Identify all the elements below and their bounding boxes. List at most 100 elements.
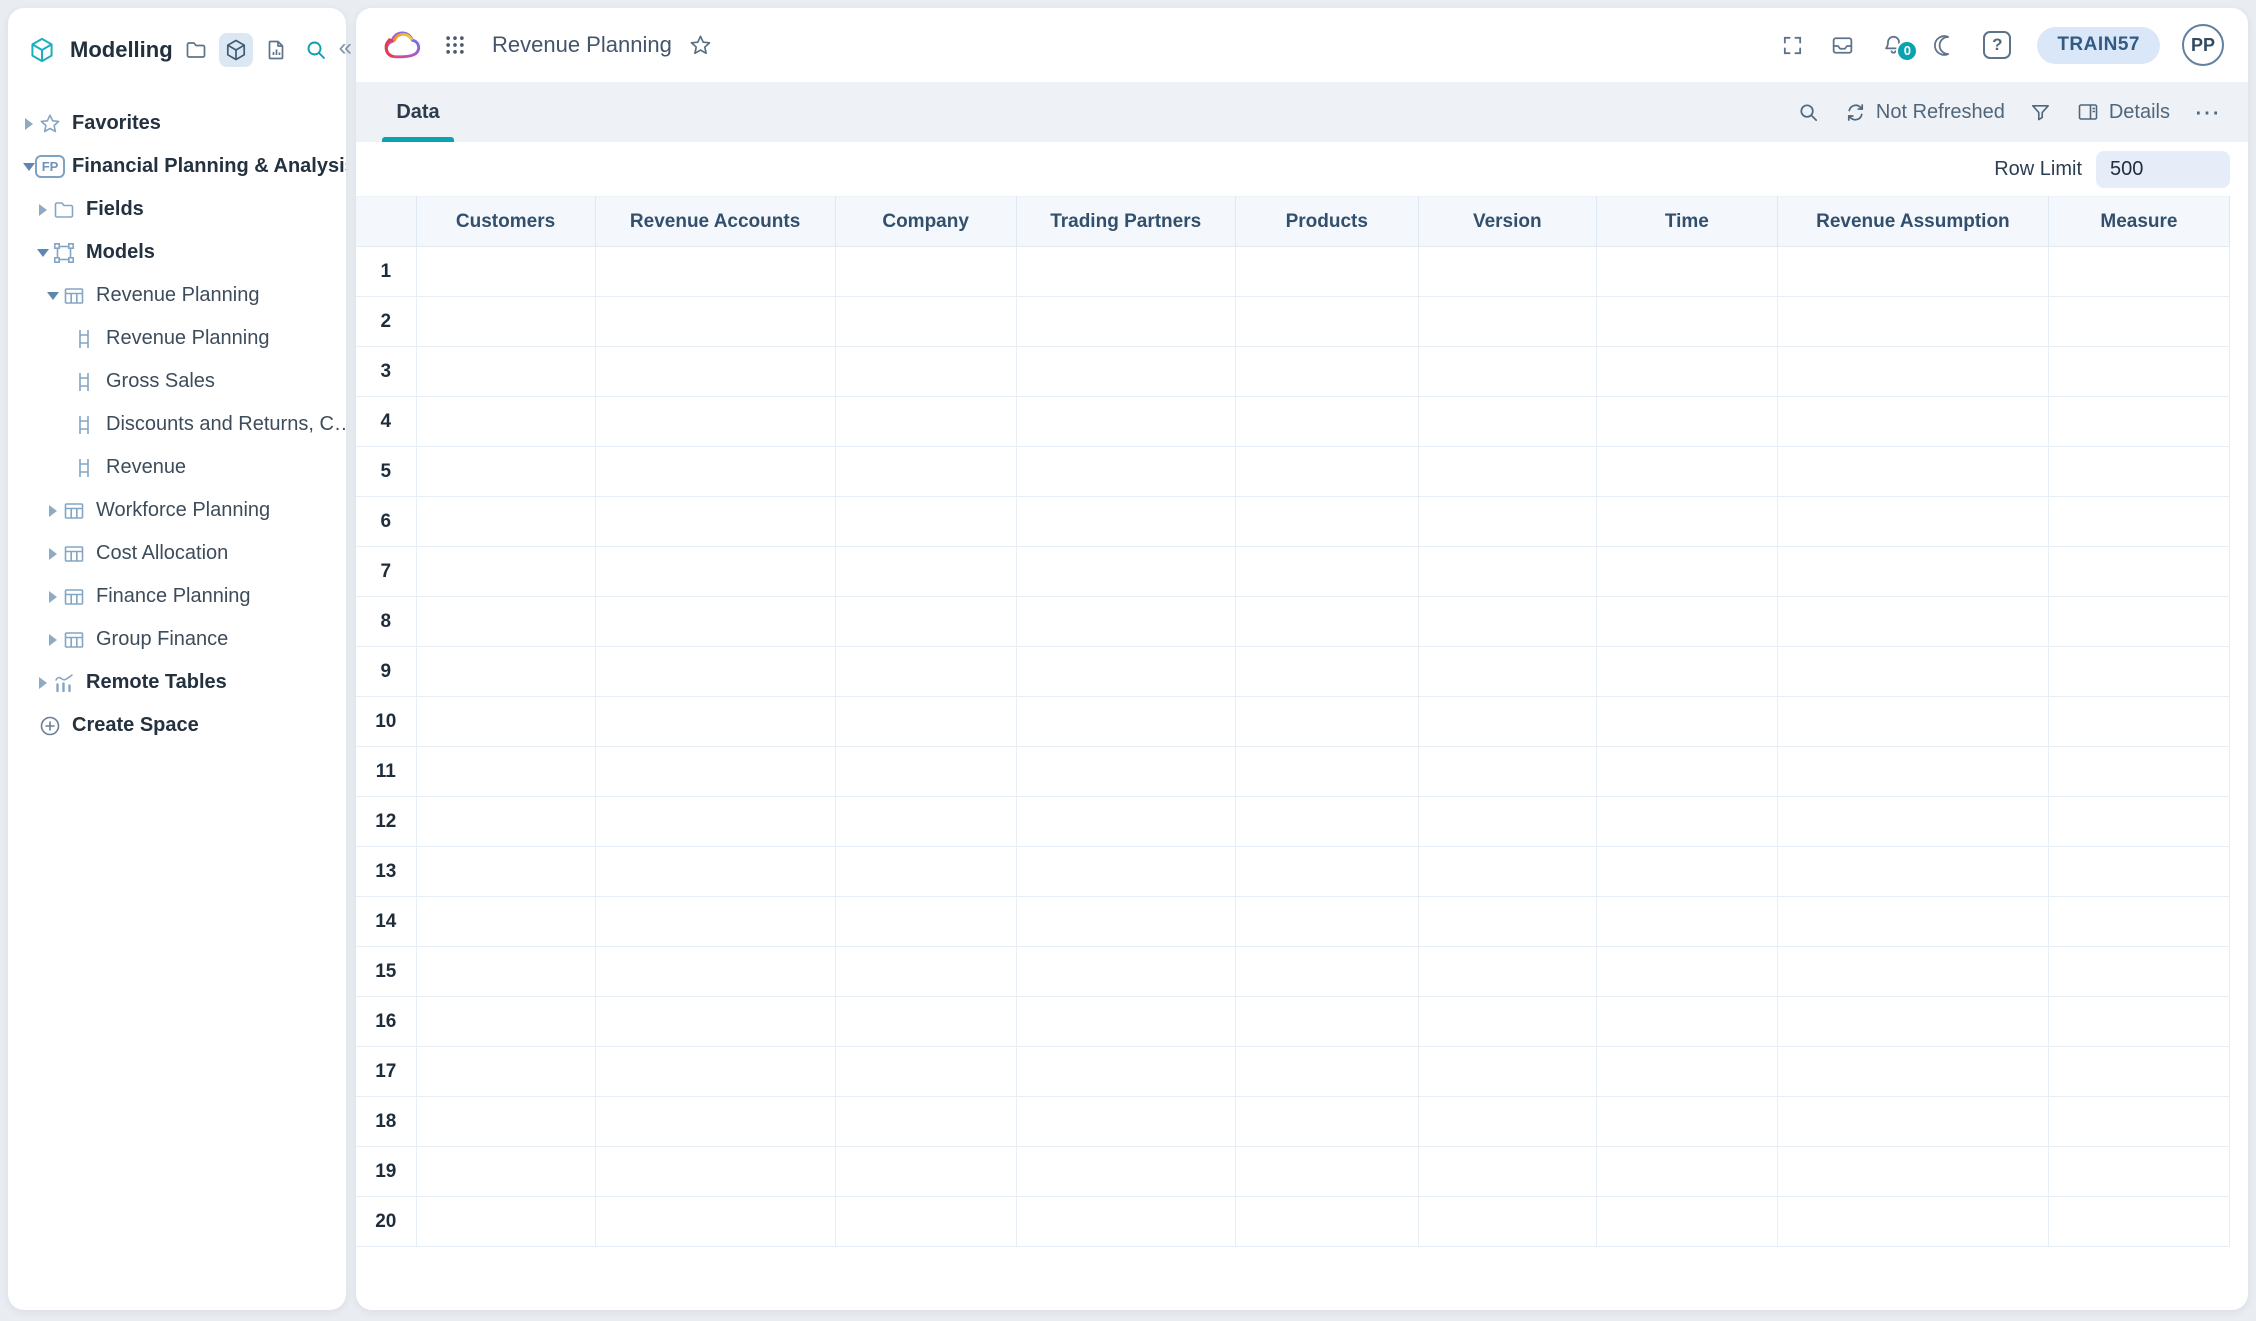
overflow-menu-icon[interactable]: ⋯ [2194,97,2222,128]
data-cell-revenue-accounts[interactable] [595,847,835,897]
data-cell-measure[interactable] [2048,697,2229,747]
data-cell-customers[interactable] [416,847,595,897]
data-cell-customers[interactable] [416,1047,595,1097]
data-cell-company[interactable] [835,547,1016,597]
data-cell-trading-partners[interactable] [1016,1047,1235,1097]
data-cell-customers[interactable] [416,447,595,497]
data-cell-company[interactable] [835,747,1016,797]
row-limit-input[interactable] [2096,151,2230,188]
data-cell-revenue-accounts[interactable] [595,997,835,1047]
data-cell-company[interactable] [835,997,1016,1047]
app-launcher-grid-icon[interactable] [444,34,466,56]
data-cell-products[interactable] [1235,447,1418,497]
data-cell-customers[interactable] [416,997,595,1047]
help-icon[interactable]: ? [1983,31,2011,59]
sidebar-item-fields[interactable]: Fields [8,188,346,231]
tab-data[interactable]: Data [382,82,454,142]
data-cell-version[interactable] [1418,1197,1596,1247]
data-cell-revenue-assumption[interactable] [1777,497,2048,547]
data-cell-revenue-accounts[interactable] [595,447,835,497]
data-cell-company[interactable] [835,247,1016,297]
data-cell-measure[interactable] [2048,447,2229,497]
collapsed-arrow-icon[interactable] [44,548,62,560]
data-cell-company[interactable] [835,697,1016,747]
notifications-bell-icon[interactable]: 0 [1881,33,1906,58]
data-cell-trading-partners[interactable] [1016,697,1235,747]
data-cell-revenue-assumption[interactable] [1777,447,2048,497]
data-cell-revenue-assumption[interactable] [1777,847,2048,897]
data-cell-revenue-accounts[interactable] [595,897,835,947]
expanded-arrow-icon[interactable] [44,292,62,300]
sidebar-item-favorites[interactable]: Favorites [8,102,346,145]
data-cell-time[interactable] [1596,747,1777,797]
collapsed-arrow-icon[interactable] [34,204,52,216]
data-cell-version[interactable] [1418,297,1596,347]
data-cell-revenue-assumption[interactable] [1777,547,2048,597]
data-cell-customers[interactable] [416,1097,595,1147]
data-cell-revenue-accounts[interactable] [595,397,835,447]
data-cell-customers[interactable] [416,347,595,397]
table-search-icon[interactable] [1797,101,1820,124]
sidebar-item-cost-allocation[interactable]: Cost Allocation [8,532,346,575]
data-cell-version[interactable] [1418,1047,1596,1097]
data-cell-time[interactable] [1596,547,1777,597]
data-cell-revenue-assumption[interactable] [1777,1047,2048,1097]
data-cell-trading-partners[interactable] [1016,1197,1235,1247]
data-cell-revenue-assumption[interactable] [1777,797,2048,847]
column-header-time[interactable]: Time [1596,197,1777,247]
data-cell-products[interactable] [1235,397,1418,447]
data-cell-measure[interactable] [2048,1147,2229,1197]
data-cell-revenue-assumption[interactable] [1777,297,2048,347]
data-cell-measure[interactable] [2048,947,2229,997]
data-cell-revenue-accounts[interactable] [595,797,835,847]
data-cell-revenue-assumption[interactable] [1777,947,2048,997]
data-cell-trading-partners[interactable] [1016,1097,1235,1147]
data-cell-time[interactable] [1596,1047,1777,1097]
sidebar-item-revenue-planning[interactable]: Revenue Planning [8,274,346,317]
data-cell-measure[interactable] [2048,1097,2229,1147]
data-cell-company[interactable] [835,847,1016,897]
data-cell-company[interactable] [835,1147,1016,1197]
sidebar-item-discounts-and-returns-c[interactable]: Discounts and Returns, C… [8,403,346,446]
data-cell-products[interactable] [1235,247,1418,297]
sidebar-item-finance-planning[interactable]: Finance Planning [8,575,346,618]
data-cell-time[interactable] [1596,247,1777,297]
data-cell-time[interactable] [1596,597,1777,647]
data-cell-customers[interactable] [416,297,595,347]
data-cell-customers[interactable] [416,247,595,297]
data-cell-revenue-accounts[interactable] [595,747,835,797]
data-cell-version[interactable] [1418,397,1596,447]
data-cell-time[interactable] [1596,297,1777,347]
data-cell-company[interactable] [835,947,1016,997]
data-cell-time[interactable] [1596,647,1777,697]
sidebar-item-workforce-planning[interactable]: Workforce Planning [8,489,346,532]
data-cell-company[interactable] [835,647,1016,697]
report-document-button[interactable] [259,33,293,67]
collapsed-arrow-icon[interactable] [44,634,62,646]
data-cell-time[interactable] [1596,497,1777,547]
data-cell-products[interactable] [1235,947,1418,997]
column-header-company[interactable]: Company [835,197,1016,247]
data-cell-products[interactable] [1235,597,1418,647]
data-cell-company[interactable] [835,1197,1016,1247]
data-cell-revenue-accounts[interactable] [595,597,835,647]
data-cell-time[interactable] [1596,797,1777,847]
data-cell-version[interactable] [1418,797,1596,847]
data-cell-trading-partners[interactable] [1016,647,1235,697]
data-cell-time[interactable] [1596,1197,1777,1247]
data-cell-trading-partners[interactable] [1016,897,1235,947]
data-cell-measure[interactable] [2048,1197,2229,1247]
data-cell-time[interactable] [1596,397,1777,447]
sidebar-item-create-space[interactable]: Create Space [8,704,346,747]
data-cell-revenue-accounts[interactable] [595,547,835,597]
collapsed-arrow-icon[interactable] [20,118,38,130]
data-cell-company[interactable] [835,797,1016,847]
column-header-trading-partners[interactable]: Trading Partners [1016,197,1235,247]
data-cell-customers[interactable] [416,947,595,997]
data-cell-trading-partners[interactable] [1016,297,1235,347]
data-cell-measure[interactable] [2048,397,2229,447]
data-cell-trading-partners[interactable] [1016,947,1235,997]
data-cell-customers[interactable] [416,547,595,597]
sidebar-item-remote-tables[interactable]: Remote Tables [8,661,346,704]
data-cell-company[interactable] [835,347,1016,397]
